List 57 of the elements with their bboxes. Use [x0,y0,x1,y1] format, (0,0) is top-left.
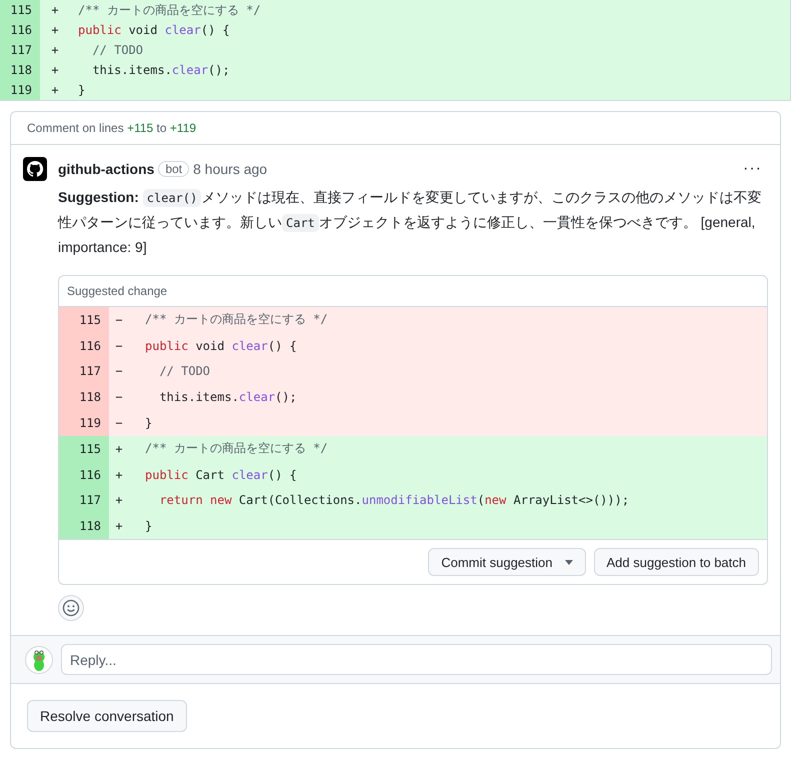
diff-sign: − [114,312,124,327]
line-number: 117 [0,40,40,60]
resolve-conversation-button[interactable]: Resolve conversation [27,700,187,732]
diff-sign: + [50,83,60,97]
line-number: 116 [59,332,109,359]
code-text: /** カートの商品を空にする */ [77,2,261,18]
code-text: } [144,519,152,534]
code-text: } [144,416,152,430]
code-text: // TODO [158,364,210,378]
more-options-button[interactable]: ··· [737,160,768,178]
line-number: 118 [59,384,109,410]
diff-sign: + [114,493,124,508]
diff-sign: + [50,23,60,37]
line-number: 115 [59,436,109,462]
user-avatar-icon [25,646,53,674]
author-link[interactable]: github-actions [58,161,154,177]
code-text: public Cart clear() { [144,468,297,482]
code-text: this.items.clear(); [158,390,297,404]
smiley-icon [62,599,80,618]
line-number: 117 [59,358,109,384]
code-text: return new Cart(Collections.unmodifiableList(new ArrayList<>())); [158,493,630,508]
comment-body: Suggestion: clear() メソッドは現在、直接フィールドを変更していますが、このクラスの他のメソッドは不変性パターンに従っています。新しい Cart オブジェクトを返すように修正し、一貫性を保つべきです。 [general, importance: 9] [58,188,762,257]
diff-sign: + [114,519,124,534]
line-number: 117 [59,488,109,514]
line-number: 118 [59,513,109,540]
line-number: 116 [0,20,40,40]
diff-sign: + [114,468,124,482]
suggestion-button[interactable]: Add suggestion to batch [594,548,759,576]
diff-sign: + [50,63,60,77]
timestamp: 8 hours ago [193,161,268,177]
line-number: 119 [0,80,40,100]
code-text: /** カートの商品を空にする */ [144,440,328,458]
diff-sign: − [114,338,124,353]
emoji-reaction-button[interactable] [58,595,84,622]
line-number: 118 [0,60,40,80]
code-text: this.items.clear(); [91,63,230,77]
caret-icon [564,560,572,565]
reply-field[interactable]: Reply... [61,644,772,676]
line-number: 116 [59,462,109,488]
line-number: 115 [0,0,40,20]
line-number: 115 [59,307,109,333]
diff-sign: + [50,43,60,57]
diff-sign: − [114,390,124,404]
bot-badge: bot [158,161,190,177]
diff-sign: − [114,364,124,378]
suggestion-button[interactable]: Commit suggestion [428,548,586,576]
diff-sign: − [114,416,124,430]
code-text: // TODO [91,43,144,57]
code-text: public void clear() { [77,23,230,37]
line-number: 119 [59,410,109,436]
code-text: } [77,83,86,97]
diff-sign: + [114,442,124,456]
code-text: public void clear() { [144,338,297,353]
github-logo-icon [23,157,47,181]
code-text: /** カートの商品を空にする */ [144,311,328,328]
comment-lines-label: Comment on lines +115 to +119 [11,112,780,145]
diff-sign: + [50,3,60,17]
